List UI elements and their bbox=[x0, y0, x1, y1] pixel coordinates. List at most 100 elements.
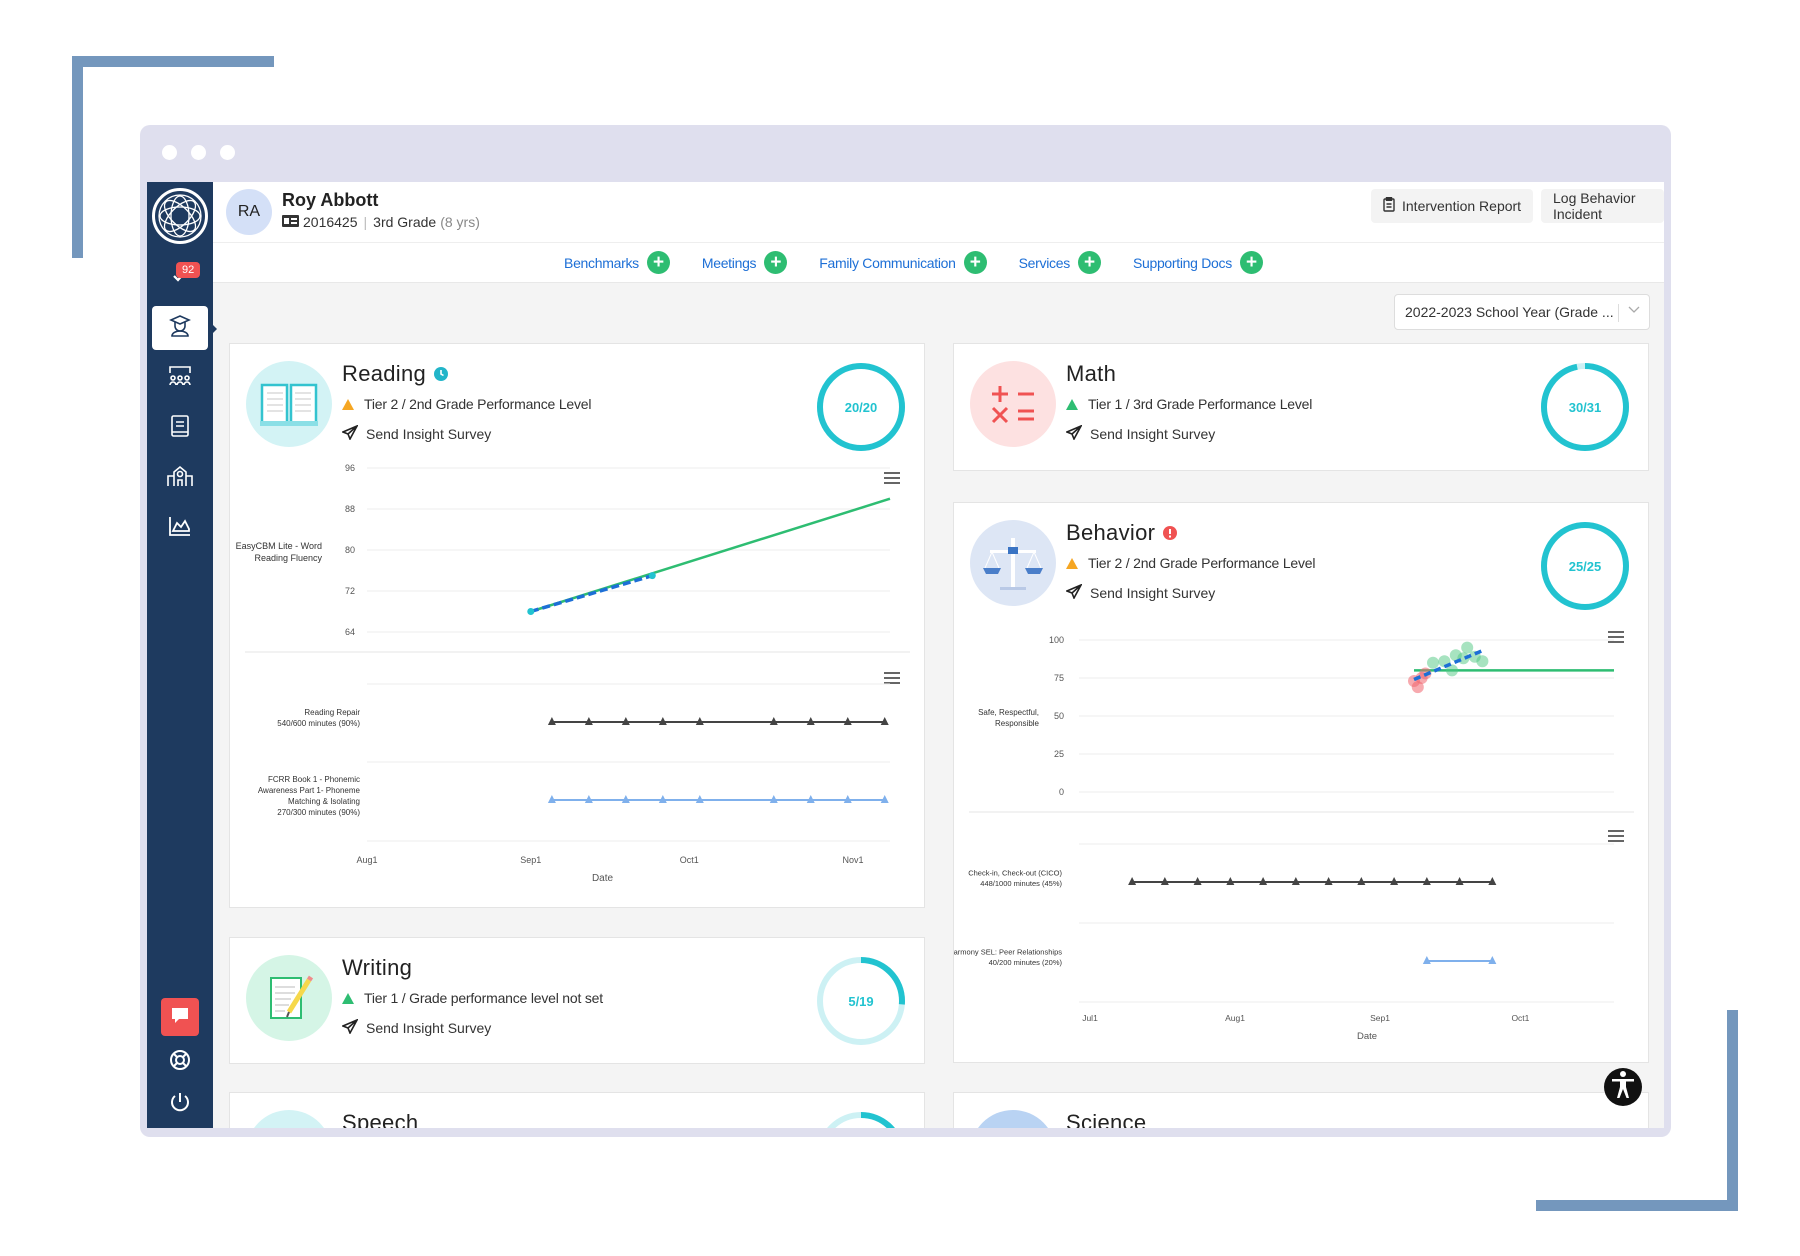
student-name: Roy Abbott bbox=[282, 190, 379, 210]
sidebar-item-reports[interactable] bbox=[147, 506, 213, 550]
tab-label: Meetings bbox=[701, 254, 757, 271]
student-grade: 3rd Grade bbox=[373, 214, 437, 230]
plus-icon[interactable]: + bbox=[1239, 251, 1263, 274]
sidebar-item-chat[interactable] bbox=[161, 998, 199, 1036]
y-tick-label: 96 bbox=[345, 463, 355, 473]
school-year-value: 2022-2023 School Year (Grade ... bbox=[1405, 304, 1614, 320]
sidebar-item-groups[interactable] bbox=[147, 356, 213, 400]
x-tick-label: Nov1 bbox=[843, 855, 864, 865]
card-title: Math bbox=[1066, 361, 1116, 387]
log-behavior-incident-button[interactable]: Log Behavior Incident bbox=[1541, 189, 1664, 223]
x-tick-label: Sep1 bbox=[1370, 1013, 1390, 1023]
log-behavior-label: Log Behavior Incident bbox=[1553, 190, 1636, 222]
tab-label: Family Communication bbox=[819, 254, 956, 271]
intervention-label: Harmony SEL: Peer Relationships bbox=[954, 947, 1062, 956]
book-icon bbox=[170, 414, 190, 443]
subject-card-math: Math Tier 1 / 3rd Grade Performance Leve… bbox=[953, 343, 1649, 471]
y-tick-label: 64 bbox=[345, 627, 355, 637]
tab-benchmarks[interactable]: Benchmarks + bbox=[564, 251, 670, 274]
y-tick-label: 72 bbox=[345, 586, 355, 596]
plus-icon[interactable]: + bbox=[1077, 251, 1101, 274]
school-year-select[interactable]: 2022-2023 School Year (Grade ... bbox=[1394, 294, 1650, 330]
tier-text: Tier 1 / Grade performance level not set bbox=[364, 990, 603, 1006]
x-tick-label: Aug1 bbox=[1225, 1013, 1245, 1023]
chat-icon bbox=[170, 1006, 190, 1029]
avatar: RA bbox=[226, 189, 272, 235]
progress-ring bbox=[817, 1112, 905, 1128]
behavior-chart: 0 25 50 75 100 Safe, Respectful, Responsible Ch… bbox=[954, 635, 1634, 1042]
tab-label: Benchmarks bbox=[564, 254, 639, 271]
x-tick-label: Aug1 bbox=[356, 855, 377, 865]
y-axis-label: Safe, Respectful, bbox=[978, 708, 1039, 717]
y-tick-label: 88 bbox=[345, 504, 355, 514]
student-id: 2016425 bbox=[303, 214, 358, 230]
subject-card-behavior: Behavior Tier 2 / 2nd Grade Performance … bbox=[953, 502, 1649, 1063]
sidebar-item-library[interactable] bbox=[147, 406, 213, 450]
decorative-bracket-bottom-right bbox=[1727, 1010, 1738, 1211]
sidebar: 92 bbox=[147, 182, 217, 1128]
separator: | bbox=[363, 214, 368, 230]
survey-text: Send Insight Survey bbox=[1090, 426, 1216, 442]
tier-status: Tier 1 / Grade performance level not set bbox=[342, 990, 603, 1006]
accessibility-icon bbox=[1610, 1070, 1636, 1105]
send-insight-survey-link[interactable]: Send Insight Survey bbox=[1064, 424, 1216, 443]
data-point bbox=[1427, 656, 1439, 669]
y-tick-label: 80 bbox=[345, 545, 355, 555]
logo-icon[interactable] bbox=[152, 188, 208, 244]
plus-icon[interactable]: + bbox=[764, 251, 788, 274]
x-axis-label: Date bbox=[592, 873, 614, 884]
data-point bbox=[1476, 655, 1489, 668]
clipboard-icon bbox=[1383, 196, 1395, 215]
school-icon bbox=[166, 464, 194, 493]
x-tick-label: Jul1 bbox=[1082, 1013, 1098, 1023]
survey-text: Send Insight Survey bbox=[366, 1020, 492, 1036]
sidebar-item-school[interactable] bbox=[147, 456, 213, 500]
decorative-bracket-top-left bbox=[72, 56, 274, 67]
tab-label: Services bbox=[1018, 254, 1071, 271]
notepad-pencil-icon bbox=[246, 955, 332, 1041]
x-tick-label: Sep1 bbox=[520, 855, 541, 865]
tab-supporting-docs[interactable]: Supporting Docs + bbox=[1133, 251, 1263, 274]
sidebar-item-students[interactable] bbox=[152, 306, 217, 350]
intervention-label: Reading Repair bbox=[304, 708, 360, 717]
window-dot[interactable] bbox=[191, 145, 206, 160]
goal-line bbox=[530, 497, 891, 613]
plus-icon[interactable]: + bbox=[646, 251, 670, 274]
notification-badge: 92 bbox=[176, 262, 201, 278]
plus-icon[interactable]: + bbox=[963, 251, 987, 274]
window-dot[interactable] bbox=[162, 145, 177, 160]
tab-services[interactable]: Services + bbox=[1019, 251, 1101, 274]
paper-plane-icon bbox=[1064, 424, 1083, 443]
tab-family-communication[interactable]: Family Communication + bbox=[819, 251, 987, 274]
send-insight-survey-link[interactable]: Send Insight Survey bbox=[340, 1018, 492, 1037]
y-tick-label: 100 bbox=[1049, 635, 1064, 645]
tier-text: Tier 1 / 3rd Grade Performance Level bbox=[1088, 396, 1313, 412]
subject-card-writing: Writing Tier 1 / Grade performance level… bbox=[229, 937, 925, 1064]
paper-plane-icon bbox=[340, 1018, 359, 1037]
progress-label: 30/31 bbox=[1568, 399, 1602, 415]
y-axis-label: EasyCBM Lite - Word bbox=[236, 541, 322, 551]
trend bbox=[530, 573, 653, 614]
sidebar-item-help[interactable] bbox=[147, 1040, 213, 1084]
group-icon bbox=[167, 364, 193, 393]
tab-label: Supporting Docs bbox=[1132, 254, 1232, 271]
intervention-label: Check-in, Check-out (CICO) bbox=[968, 868, 1062, 877]
window-dot[interactable] bbox=[220, 145, 235, 160]
browser-window: 92 RA Roy Abbott 2016425 | 3rd Grade (8 … bbox=[140, 125, 1671, 1137]
chart-icon bbox=[168, 515, 192, 542]
intervention-report-button[interactable]: Intervention Report bbox=[1371, 189, 1534, 223]
speech-icon bbox=[246, 1110, 332, 1128]
window-controls bbox=[162, 145, 235, 160]
x-tick-label: Oct1 bbox=[680, 855, 699, 865]
sidebar-item-logout[interactable] bbox=[147, 1082, 213, 1126]
accessibility-button[interactable] bbox=[1604, 1068, 1642, 1106]
success-triangle-icon bbox=[342, 992, 354, 1004]
tab-meetings[interactable]: Meetings + bbox=[701, 251, 788, 274]
app: 92 RA Roy Abbott 2016425 | 3rd Grade (8 … bbox=[147, 182, 1664, 1128]
subject-card-science: Science bbox=[953, 1092, 1649, 1128]
subject-card-reading: Reading Tier 2 / 2nd Grade Performance L… bbox=[229, 343, 925, 908]
reading-chart: 64 72 80 88 96 EasyCBM Lite - Word Reading Flu… bbox=[236, 463, 910, 884]
y-tick-label: 0 bbox=[1059, 787, 1064, 797]
id-card-icon bbox=[282, 214, 299, 230]
intervention-label: 540/600 minutes (90%) bbox=[277, 719, 360, 728]
